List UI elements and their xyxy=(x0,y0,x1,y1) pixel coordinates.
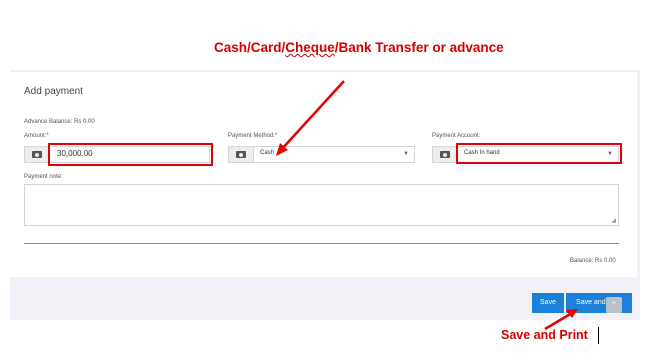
annotation-bottom-text: Save and Print xyxy=(501,328,588,342)
payment-method-select[interactable]: Cash ▼ xyxy=(228,146,415,163)
money-icon xyxy=(440,151,450,158)
resize-handle-icon[interactable]: ◢ xyxy=(611,217,616,224)
balance-text: Balance: Rs 0.00 xyxy=(570,258,616,264)
payment-method-value: Cash xyxy=(260,150,275,156)
amount-addon xyxy=(25,147,50,162)
save-and-print-button[interactable]: Save and Print xyxy=(566,293,632,313)
money-icon xyxy=(32,151,42,158)
text-cursor xyxy=(598,327,599,344)
page-title: Add payment xyxy=(24,86,83,97)
annotation-box-amount xyxy=(48,143,213,166)
payment-note-textarea[interactable]: ◢ xyxy=(24,184,619,226)
payment-card xyxy=(10,72,637,277)
annotation-box-account xyxy=(456,143,622,164)
chevron-up-icon: ⌃ xyxy=(610,300,618,310)
annotation-top-text: Cash/Card/Cheque/Bank Transfer or advanc… xyxy=(214,40,504,55)
account-addon xyxy=(433,147,458,162)
caret-down-icon: ▼ xyxy=(403,151,409,157)
annotation-top-prefix: Cash/Card/ xyxy=(214,40,286,55)
divider xyxy=(24,243,619,244)
annotation-top-underlined: Cheque xyxy=(285,40,335,55)
scroll-top-button[interactable]: ⌃ xyxy=(606,297,622,313)
method-addon xyxy=(229,147,254,162)
amount-label: Amount:* xyxy=(24,133,49,139)
payment-note-label: Payment note: xyxy=(24,174,63,180)
money-icon xyxy=(236,151,246,158)
payment-method-label: Payment Method:* xyxy=(228,133,278,139)
save-button[interactable]: Save xyxy=(532,293,564,313)
advance-balance: Advance Balance: Rs 0.00 xyxy=(24,119,95,125)
annotation-top-suffix: /Bank Transfer or advance xyxy=(334,40,504,55)
payment-account-label: Payment Account: xyxy=(432,133,481,139)
